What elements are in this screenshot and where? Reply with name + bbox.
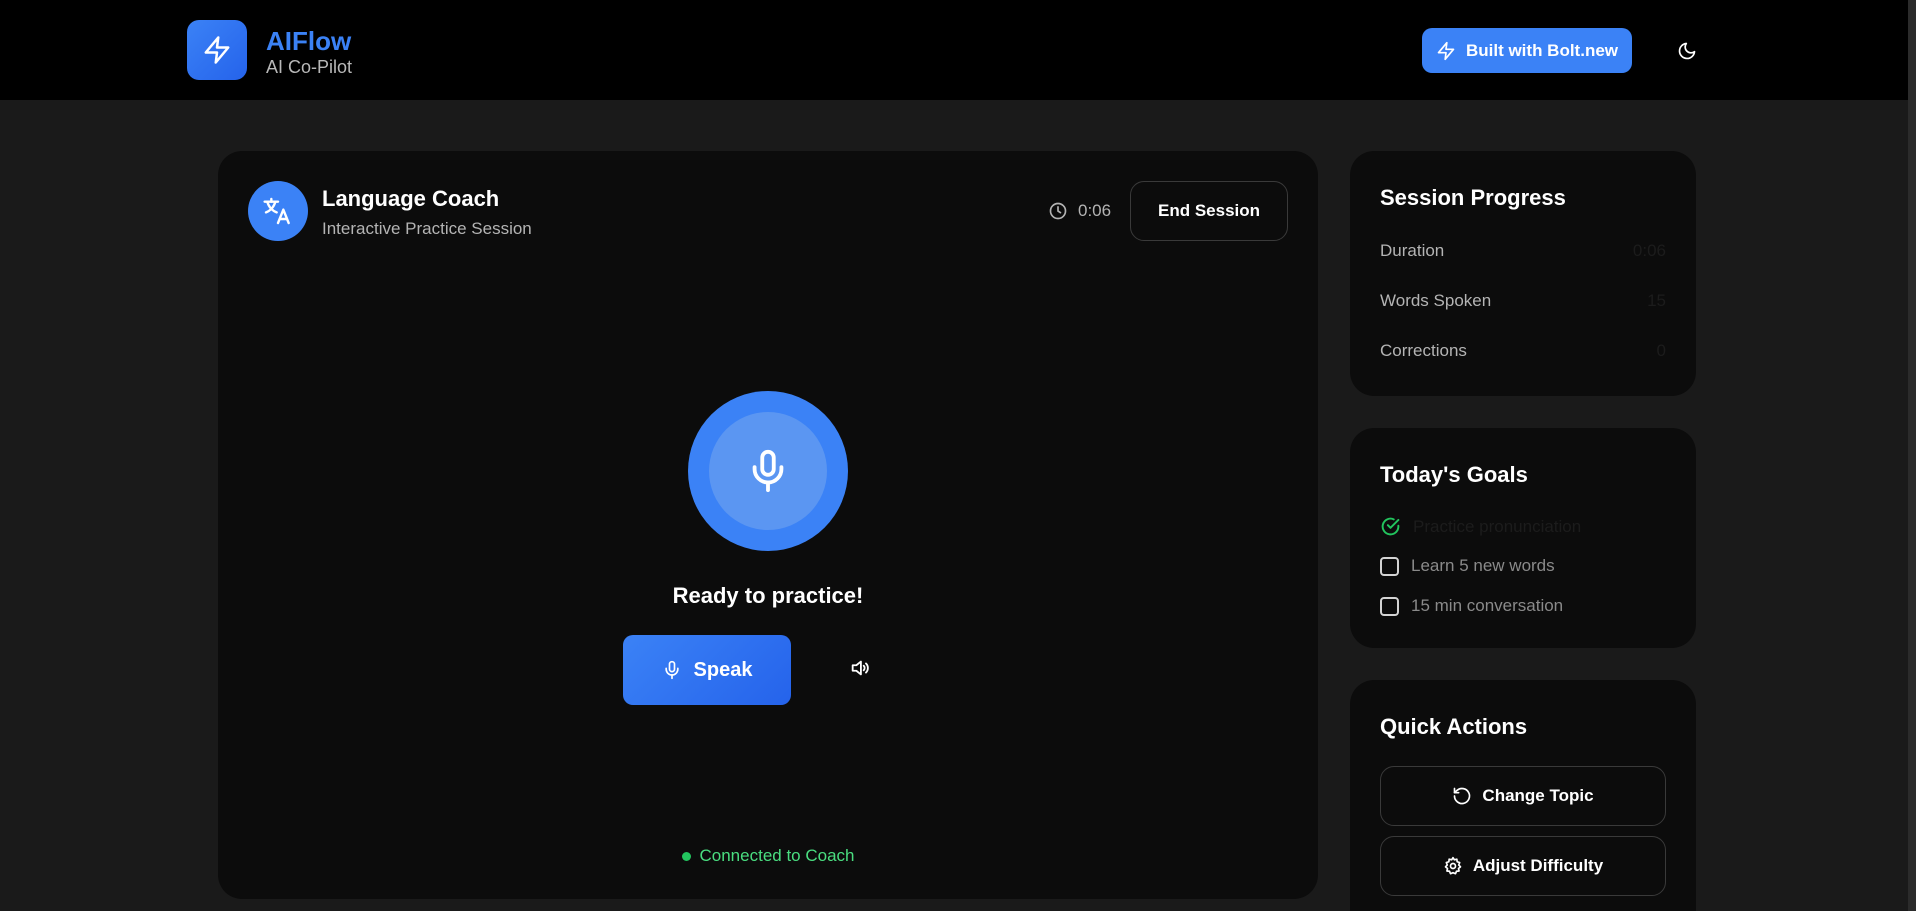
lightning-bolt-icon <box>204 36 230 64</box>
ready-status-text: Ready to practice! <box>672 583 864 608</box>
app-page: AIFlow AI Co-Pilot Built with Bolt.new L… <box>0 0 1916 911</box>
quick-actions-title: Quick Actions <box>1380 714 1528 739</box>
session-progress-title: Session Progress <box>1380 185 1566 210</box>
end-session-button[interactable]: End Session <box>1130 181 1288 241</box>
rotate-ccw-icon <box>1454 787 1471 805</box>
adjust-difficulty-label: Adjust Difficulty <box>1472 856 1604 875</box>
goal-item[interactable]: Learn 5 new words <box>1380 556 1666 576</box>
practice-session-card: Language Coach Interactive Practice Sess… <box>218 151 1318 899</box>
stat-value: 0 <box>1656 341 1666 360</box>
stat-row-duration: Duration 0:06 <box>1380 241 1666 261</box>
goal-item[interactable]: 15 min conversation <box>1380 596 1666 616</box>
connection-status: Connected to Coach <box>218 846 1318 866</box>
stat-value: 15 <box>1647 291 1666 310</box>
coach-avatar <box>248 181 308 241</box>
stat-label: Words Spoken <box>1380 291 1492 310</box>
check-circle-icon <box>1381 517 1400 536</box>
volume-icon <box>851 660 869 676</box>
microphone-icon <box>664 660 679 680</box>
microphone-icon <box>752 449 784 493</box>
stat-value: 0:06 <box>1632 241 1666 260</box>
goal-label: 15 min conversation <box>1411 596 1564 615</box>
timer-value: 0:06 <box>1078 201 1112 220</box>
status-dot <box>681 851 691 861</box>
theme-toggle-button[interactable] <box>1672 36 1702 66</box>
change-topic-button[interactable]: Change Topic <box>1380 766 1666 826</box>
adjust-difficulty-button[interactable]: Adjust Difficulty <box>1380 836 1666 896</box>
end-session-label: End Session <box>1157 201 1261 220</box>
session-title: Language Coach <box>322 186 500 211</box>
translate-icon <box>263 197 290 225</box>
microphone-button[interactable] <box>688 391 848 551</box>
stat-row-corrections: Corrections 0 <box>1380 341 1666 361</box>
stat-label: Corrections <box>1380 341 1467 360</box>
stat-row-words-spoken: Words Spoken 15 <box>1380 291 1666 311</box>
brand-name: AIFlow <box>266 26 352 56</box>
built-with-bolt-button[interactable]: Built with Bolt.new <box>1422 28 1632 73</box>
connection-status-text: Connected to Coach <box>699 846 855 865</box>
change-topic-label: Change Topic <box>1482 786 1594 805</box>
speak-button[interactable]: Speak <box>623 635 791 705</box>
stat-label: Duration <box>1380 241 1445 260</box>
goal-checkbox[interactable] <box>1380 596 1399 616</box>
volume-button[interactable] <box>848 656 872 680</box>
todays-goals-title: Today's Goals <box>1380 462 1528 487</box>
goal-label: Learn 5 new words <box>1411 556 1555 575</box>
speak-label: Speak <box>693 658 753 681</box>
brand-logo[interactable] <box>187 20 247 80</box>
goal-label: Practice pronunciation <box>1413 516 1582 536</box>
brand-tagline: AI Co-Pilot <box>266 57 353 77</box>
session-subtitle: Interactive Practice Session <box>322 219 532 238</box>
session-timer: 0:06 <box>1048 201 1111 221</box>
clock-icon <box>1049 202 1067 220</box>
quick-actions-card: Quick Actions Change Topic Adjust Diffic… <box>1350 680 1696 911</box>
gear-icon <box>1444 856 1462 875</box>
session-progress-card: Session Progress Duration 0:06 Words Spo… <box>1350 151 1696 396</box>
goal-item[interactable]: Practice pronunciation <box>1380 516 1666 537</box>
goal-checkbox[interactable] <box>1380 556 1399 576</box>
built-with-bolt-label: Built with Bolt.new <box>1465 40 1619 60</box>
top-navbar: AIFlow AI Co-Pilot Built with Bolt.new <box>0 0 1916 100</box>
moon-icon <box>1678 42 1696 60</box>
microphone-inner-circle <box>709 412 827 530</box>
todays-goals-card: Today's Goals Practice pronunciation Lea… <box>1350 428 1696 648</box>
lightning-bolt-icon <box>1437 41 1455 60</box>
page-scrollbar[interactable] <box>1908 0 1916 911</box>
